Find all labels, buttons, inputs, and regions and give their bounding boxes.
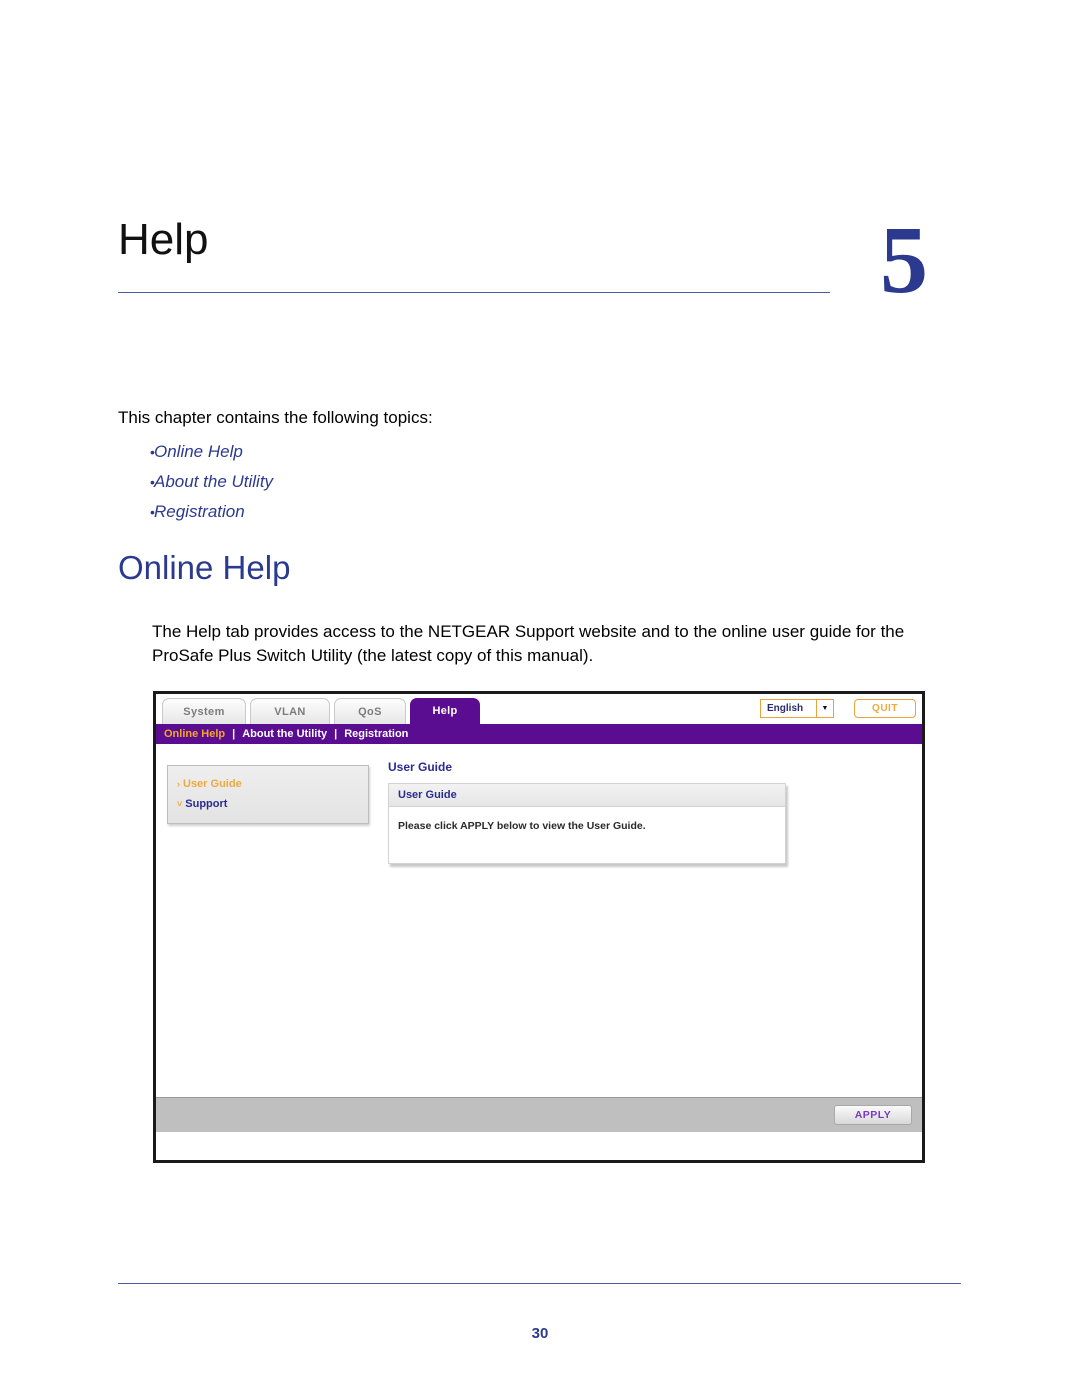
sub-nav-item-about-the-utility[interactable]: About the Utility [242, 728, 327, 740]
tab-system[interactable]: System [162, 698, 246, 724]
utility-screenshot: System VLAN QoS Help English ▼ QUIT Onli… [153, 691, 925, 1163]
content-area: User Guide User Guide Please click APPLY… [388, 760, 788, 864]
bullet-icon: • [150, 504, 155, 520]
app-content: › User Guide ˅ Support User Guide User G… [156, 744, 922, 1132]
topics-list: • Online Help • About the Utility • Regi… [118, 442, 718, 532]
tab-bar: System VLAN QoS Help English ▼ QUIT [156, 694, 922, 724]
content-title: User Guide [388, 760, 453, 774]
list-item[interactable]: • Online Help [118, 442, 718, 472]
user-guide-panel: User Guide Please click APPLY below to v… [388, 783, 786, 864]
bullet-icon: • [150, 474, 155, 490]
side-menu-item-user-guide-label: User Guide [183, 778, 242, 790]
sub-nav-bar: Online Help | About the Utility | Regist… [156, 724, 922, 749]
quit-button[interactable]: QUIT [854, 699, 916, 718]
language-select[interactable]: English ▼ [760, 699, 834, 718]
tab-help-label: Help [432, 705, 458, 717]
sub-nav-separator: | [334, 728, 338, 740]
chapter-divider [118, 292, 830, 293]
chevron-down-icon[interactable]: ▼ [816, 700, 833, 717]
topic-link-about-the-utility[interactable]: About the Utility [154, 472, 273, 492]
intro-text: This chapter contains the following topi… [118, 408, 433, 427]
chevron-right-icon: › [177, 779, 180, 789]
apply-button[interactable]: APPLY [834, 1105, 912, 1125]
list-item[interactable]: • Registration [118, 502, 718, 532]
page-title: Help [118, 215, 209, 264]
language-select-value: English [767, 703, 804, 714]
tab-help[interactable]: Help [410, 698, 480, 724]
apply-button-label: APPLY [854, 1109, 892, 1121]
panel-message: Please click APPLY below to view the Use… [398, 820, 646, 832]
sub-nav-separator: | [232, 728, 236, 740]
chapter-number: 5 [880, 206, 928, 313]
side-menu-item-support-label: Support [185, 798, 228, 810]
tab-qos[interactable]: QoS [334, 698, 406, 724]
panel-header: User Guide [389, 784, 785, 807]
side-menu: › User Guide ˅ Support [167, 765, 369, 824]
sub-nav-item-online-help[interactable]: Online Help [164, 728, 225, 740]
bullet-icon: • [150, 444, 155, 460]
page-number: 30 [531, 1325, 549, 1342]
side-menu-item-user-guide[interactable]: › User Guide [168, 774, 368, 794]
list-item[interactable]: • About the Utility [118, 472, 718, 502]
chevron-down-icon: ˅ [177, 799, 183, 809]
side-menu-item-support[interactable]: ˅ Support [168, 794, 368, 814]
tab-qos-label: QoS [358, 705, 382, 718]
footer-divider [118, 1283, 961, 1284]
tab-system-label: System [183, 705, 225, 718]
tab-vlan[interactable]: VLAN [250, 698, 330, 724]
app-footer-bar: APPLY [156, 1097, 922, 1132]
section-heading: Online Help [118, 549, 291, 586]
topic-link-registration[interactable]: Registration [154, 502, 245, 522]
quit-button-label: QUIT [872, 703, 898, 714]
sub-nav-item-registration[interactable]: Registration [344, 728, 408, 740]
topic-link-online-help[interactable]: Online Help [154, 442, 243, 462]
body-paragraph: The Help tab provides access to the NETG… [152, 622, 905, 665]
tab-vlan-label: VLAN [274, 705, 306, 718]
